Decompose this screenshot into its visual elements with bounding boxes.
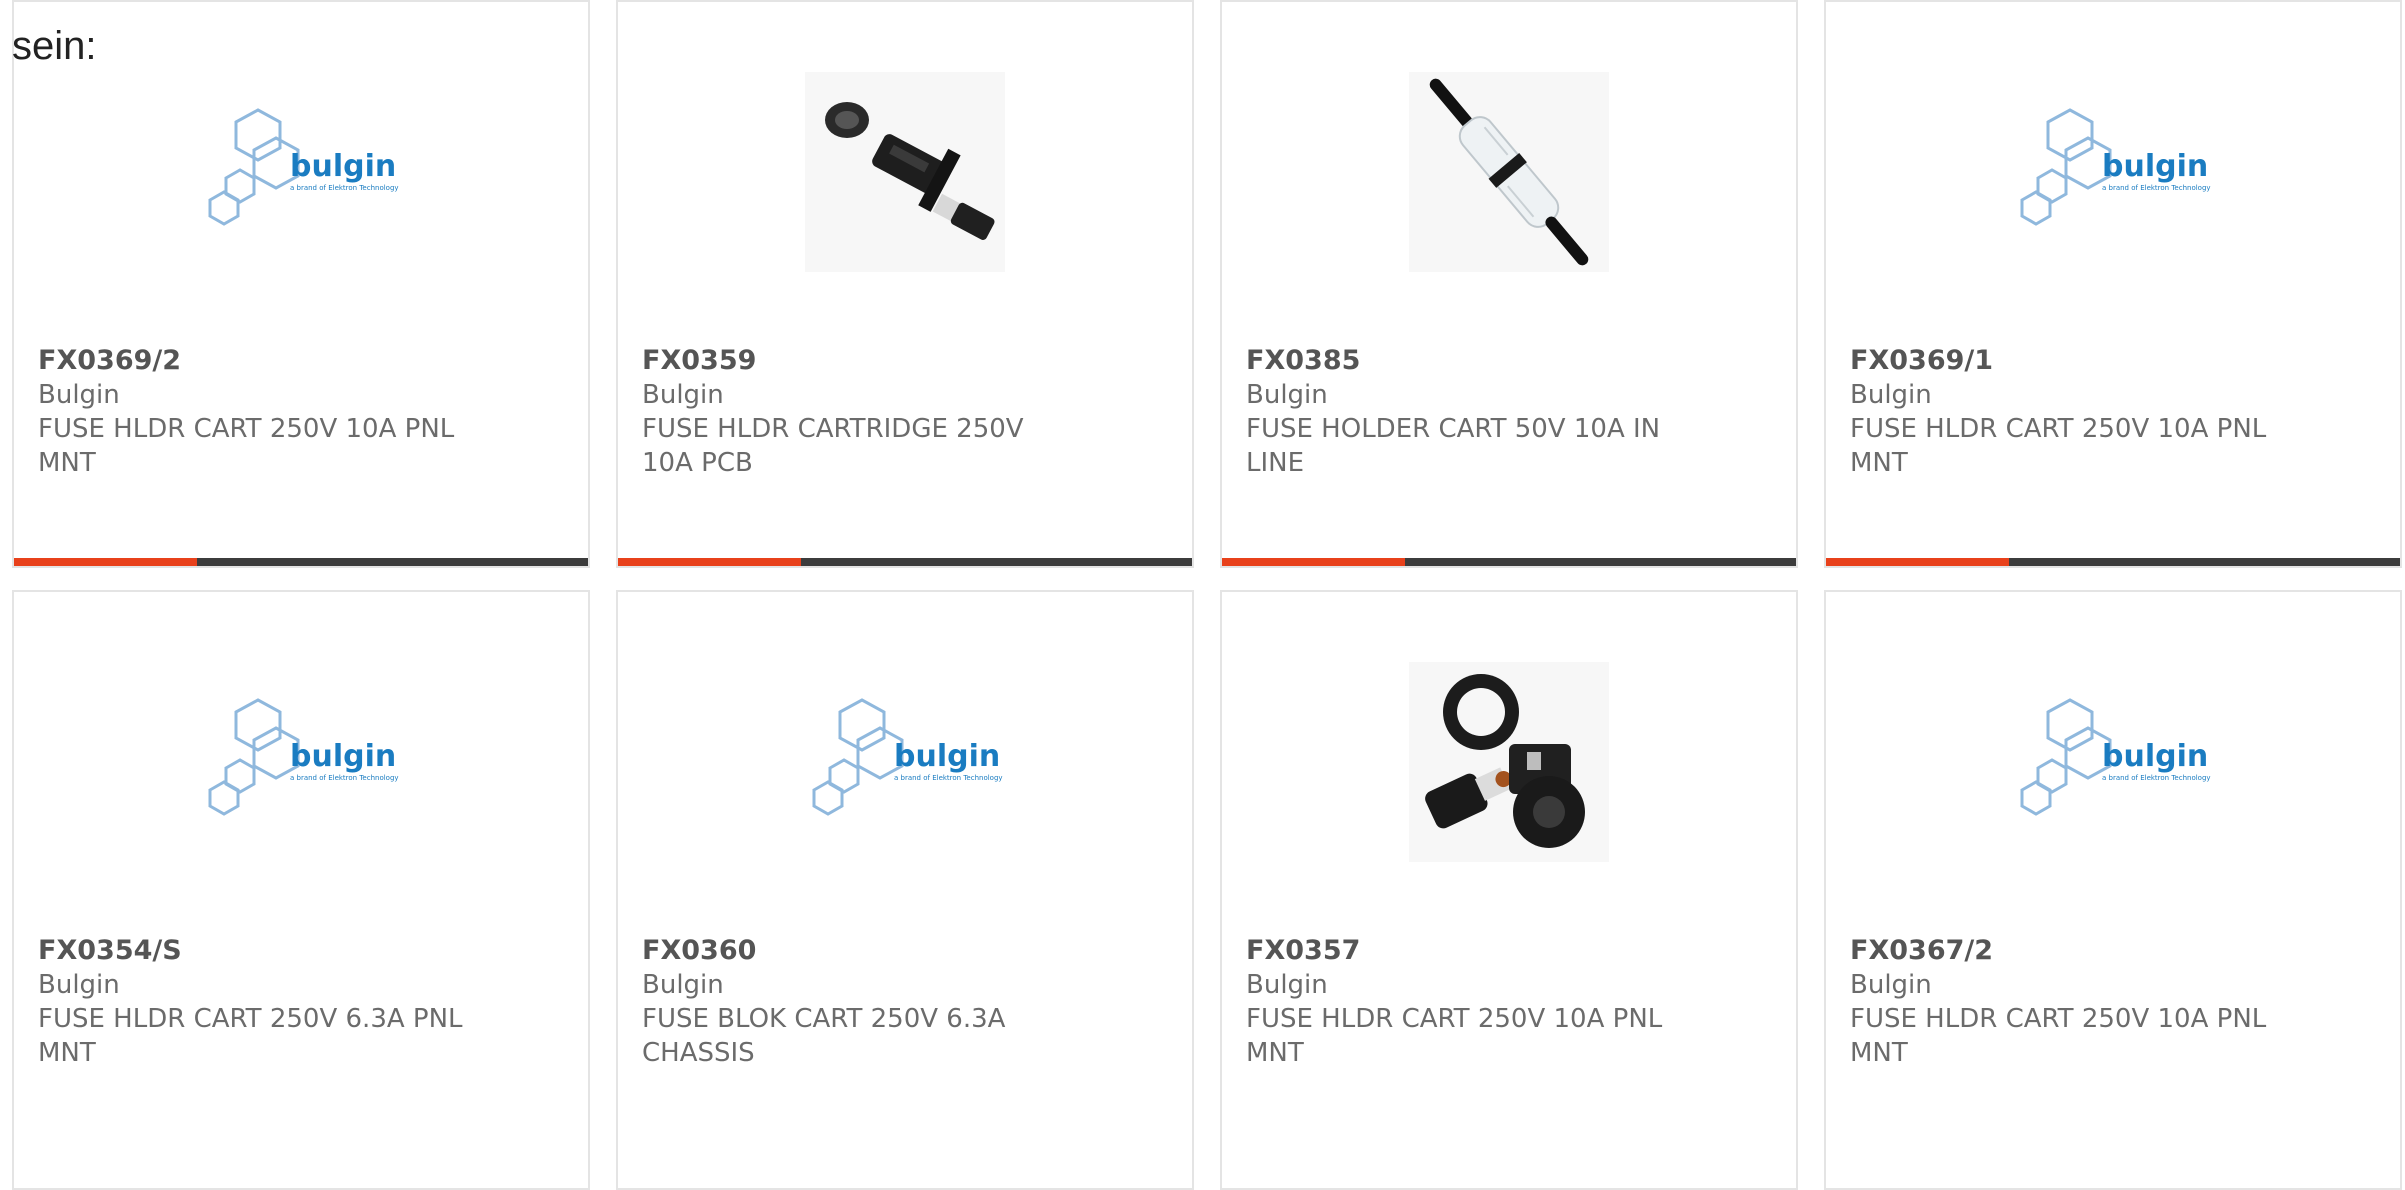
product-description-cont: MNT — [1850, 448, 1908, 478]
product-description: FUSE BLOK CART 250V 6.3A — [642, 1004, 1006, 1034]
svg-text:a brand of Elektron Technology: a brand of Elektron Technology — [2102, 774, 2211, 782]
svg-text:a brand of Elektron Technology: a brand of Elektron Technology — [894, 774, 1003, 782]
card-accent-bar — [14, 558, 588, 566]
svg-text:bulgin: bulgin — [2102, 149, 2208, 184]
product-info: FX0385 Bulgin FUSE HOLDER CART 50V 10A I… — [1246, 344, 1686, 480]
svg-text:a brand of Elektron Technology: a brand of Elektron Technology — [290, 774, 399, 782]
svg-text:bulgin: bulgin — [2102, 739, 2208, 774]
panel-fuse-holder-parts-photo-icon — [1409, 662, 1609, 862]
product-description: FUSE HLDR CART 250V 10A PNL — [1850, 414, 2267, 444]
brand-name: Bulgin — [642, 970, 724, 1000]
intro-text: sein: — [12, 24, 97, 68]
brand-name: Bulgin — [642, 380, 724, 410]
product-description-cont: LINE — [1246, 448, 1305, 478]
product-description-cont: MNT — [38, 448, 96, 478]
bulgin-logo-icon: bulgin a brand of Elektron Technology — [2020, 698, 2211, 816]
panel-fuse-holder-photo-icon — [805, 72, 1005, 272]
product-card[interactable]: bulgin a brand of Elektron Technology FX… — [1824, 0, 2402, 568]
product-image — [1222, 72, 1796, 272]
product-description-cont: MNT — [38, 1038, 96, 1068]
product-image — [1222, 662, 1796, 862]
brand-name: Bulgin — [38, 380, 120, 410]
bulgin-logo-image: bulgin a brand of Elektron Technology — [618, 662, 1192, 862]
part-number[interactable]: FX0369/2 — [38, 344, 478, 378]
product-description: FUSE HLDR CART 250V 6.3A PNL — [38, 1004, 463, 1034]
product-card[interactable]: bulgin a brand of Elektron Technology FX… — [616, 590, 1194, 1190]
product-info: FX0357 Bulgin FUSE HLDR CART 250V 10A PN… — [1246, 934, 1686, 1070]
product-info: FX0354/S Bulgin FUSE HLDR CART 250V 6.3A… — [38, 934, 478, 1070]
product-card[interactable]: bulgin a brand of Elektron Technology FX… — [12, 0, 590, 568]
bulgin-logo-image: bulgin a brand of Elektron Technology — [14, 662, 588, 862]
product-info: FX0369/2 Bulgin FUSE HLDR CART 250V 10A … — [38, 344, 478, 480]
inline-fuse-holder-photo-icon — [1409, 72, 1609, 272]
brand-name: Bulgin — [38, 970, 120, 1000]
bulgin-logo-icon: bulgin a brand of Elektron Technology — [208, 108, 399, 226]
product-info: FX0367/2 Bulgin FUSE HLDR CART 250V 10A … — [1850, 934, 2290, 1070]
product-info: FX0360 Bulgin FUSE BLOK CART 250V 6.3A C… — [642, 934, 1082, 1070]
product-description-cont: MNT — [1246, 1038, 1304, 1068]
bulgin-logo-image: bulgin a brand of Elektron Technology — [14, 72, 588, 272]
product-card[interactable]: FX0357 Bulgin FUSE HLDR CART 250V 10A PN… — [1220, 590, 1798, 1190]
brand-name: Bulgin — [1246, 380, 1328, 410]
product-description: FUSE HLDR CART 250V 10A PNL — [38, 414, 455, 444]
part-number[interactable]: FX0359 — [642, 344, 1082, 378]
bulgin-logo-icon: bulgin a brand of Elektron Technology — [812, 698, 1003, 816]
product-description-cont: 10A PCB — [642, 448, 753, 478]
svg-text:bulgin: bulgin — [894, 739, 1000, 774]
product-description: FUSE HOLDER CART 50V 10A IN — [1246, 414, 1661, 444]
brand-name: Bulgin — [1850, 380, 1932, 410]
part-number[interactable]: FX0354/S — [38, 934, 478, 968]
product-info: FX0369/1 Bulgin FUSE HLDR CART 250V 10A … — [1850, 344, 2290, 480]
product-card[interactable]: FX0385 Bulgin FUSE HOLDER CART 50V 10A I… — [1220, 0, 1798, 568]
product-description: FUSE HLDR CART 250V 10A PNL — [1246, 1004, 1663, 1034]
bulgin-logo-icon: bulgin a brand of Elektron Technology — [208, 698, 399, 816]
product-description: FUSE HLDR CART 250V 10A PNL — [1850, 1004, 2267, 1034]
product-description-cont: CHASSIS — [642, 1038, 755, 1068]
product-card[interactable]: FX0359 Bulgin FUSE HLDR CARTRIDGE 250V 1… — [616, 0, 1194, 568]
brand-name: Bulgin — [1850, 970, 1932, 1000]
product-description: FUSE HLDR CARTRIDGE 250V — [642, 414, 1024, 444]
part-number[interactable]: FX0369/1 — [1850, 344, 2290, 378]
part-number[interactable]: FX0357 — [1246, 934, 1686, 968]
card-accent-bar — [618, 558, 1192, 566]
svg-text:a brand of Elektron Technology: a brand of Elektron Technology — [2102, 184, 2211, 192]
part-number[interactable]: FX0385 — [1246, 344, 1686, 378]
part-number[interactable]: FX0367/2 — [1850, 934, 2290, 968]
bulgin-logo-icon: bulgin a brand of Elektron Technology — [2020, 108, 2211, 226]
svg-text:bulgin: bulgin — [290, 149, 396, 184]
bulgin-logo-image: bulgin a brand of Elektron Technology — [1826, 662, 2400, 862]
product-card[interactable]: bulgin a brand of Elektron Technology FX… — [12, 590, 590, 1190]
part-number[interactable]: FX0360 — [642, 934, 1082, 968]
svg-text:a brand of Elektron Technology: a brand of Elektron Technology — [290, 184, 399, 192]
product-image — [618, 72, 1192, 272]
bulgin-logo-image: bulgin a brand of Elektron Technology — [1826, 72, 2400, 272]
brand-name: Bulgin — [1246, 970, 1328, 1000]
product-description-cont: MNT — [1850, 1038, 1908, 1068]
card-accent-bar — [1222, 558, 1796, 566]
card-accent-bar — [1826, 558, 2400, 566]
product-info: FX0359 Bulgin FUSE HLDR CARTRIDGE 250V 1… — [642, 344, 1082, 480]
svg-text:bulgin: bulgin — [290, 739, 396, 774]
product-card[interactable]: bulgin a brand of Elektron Technology FX… — [1824, 590, 2402, 1190]
